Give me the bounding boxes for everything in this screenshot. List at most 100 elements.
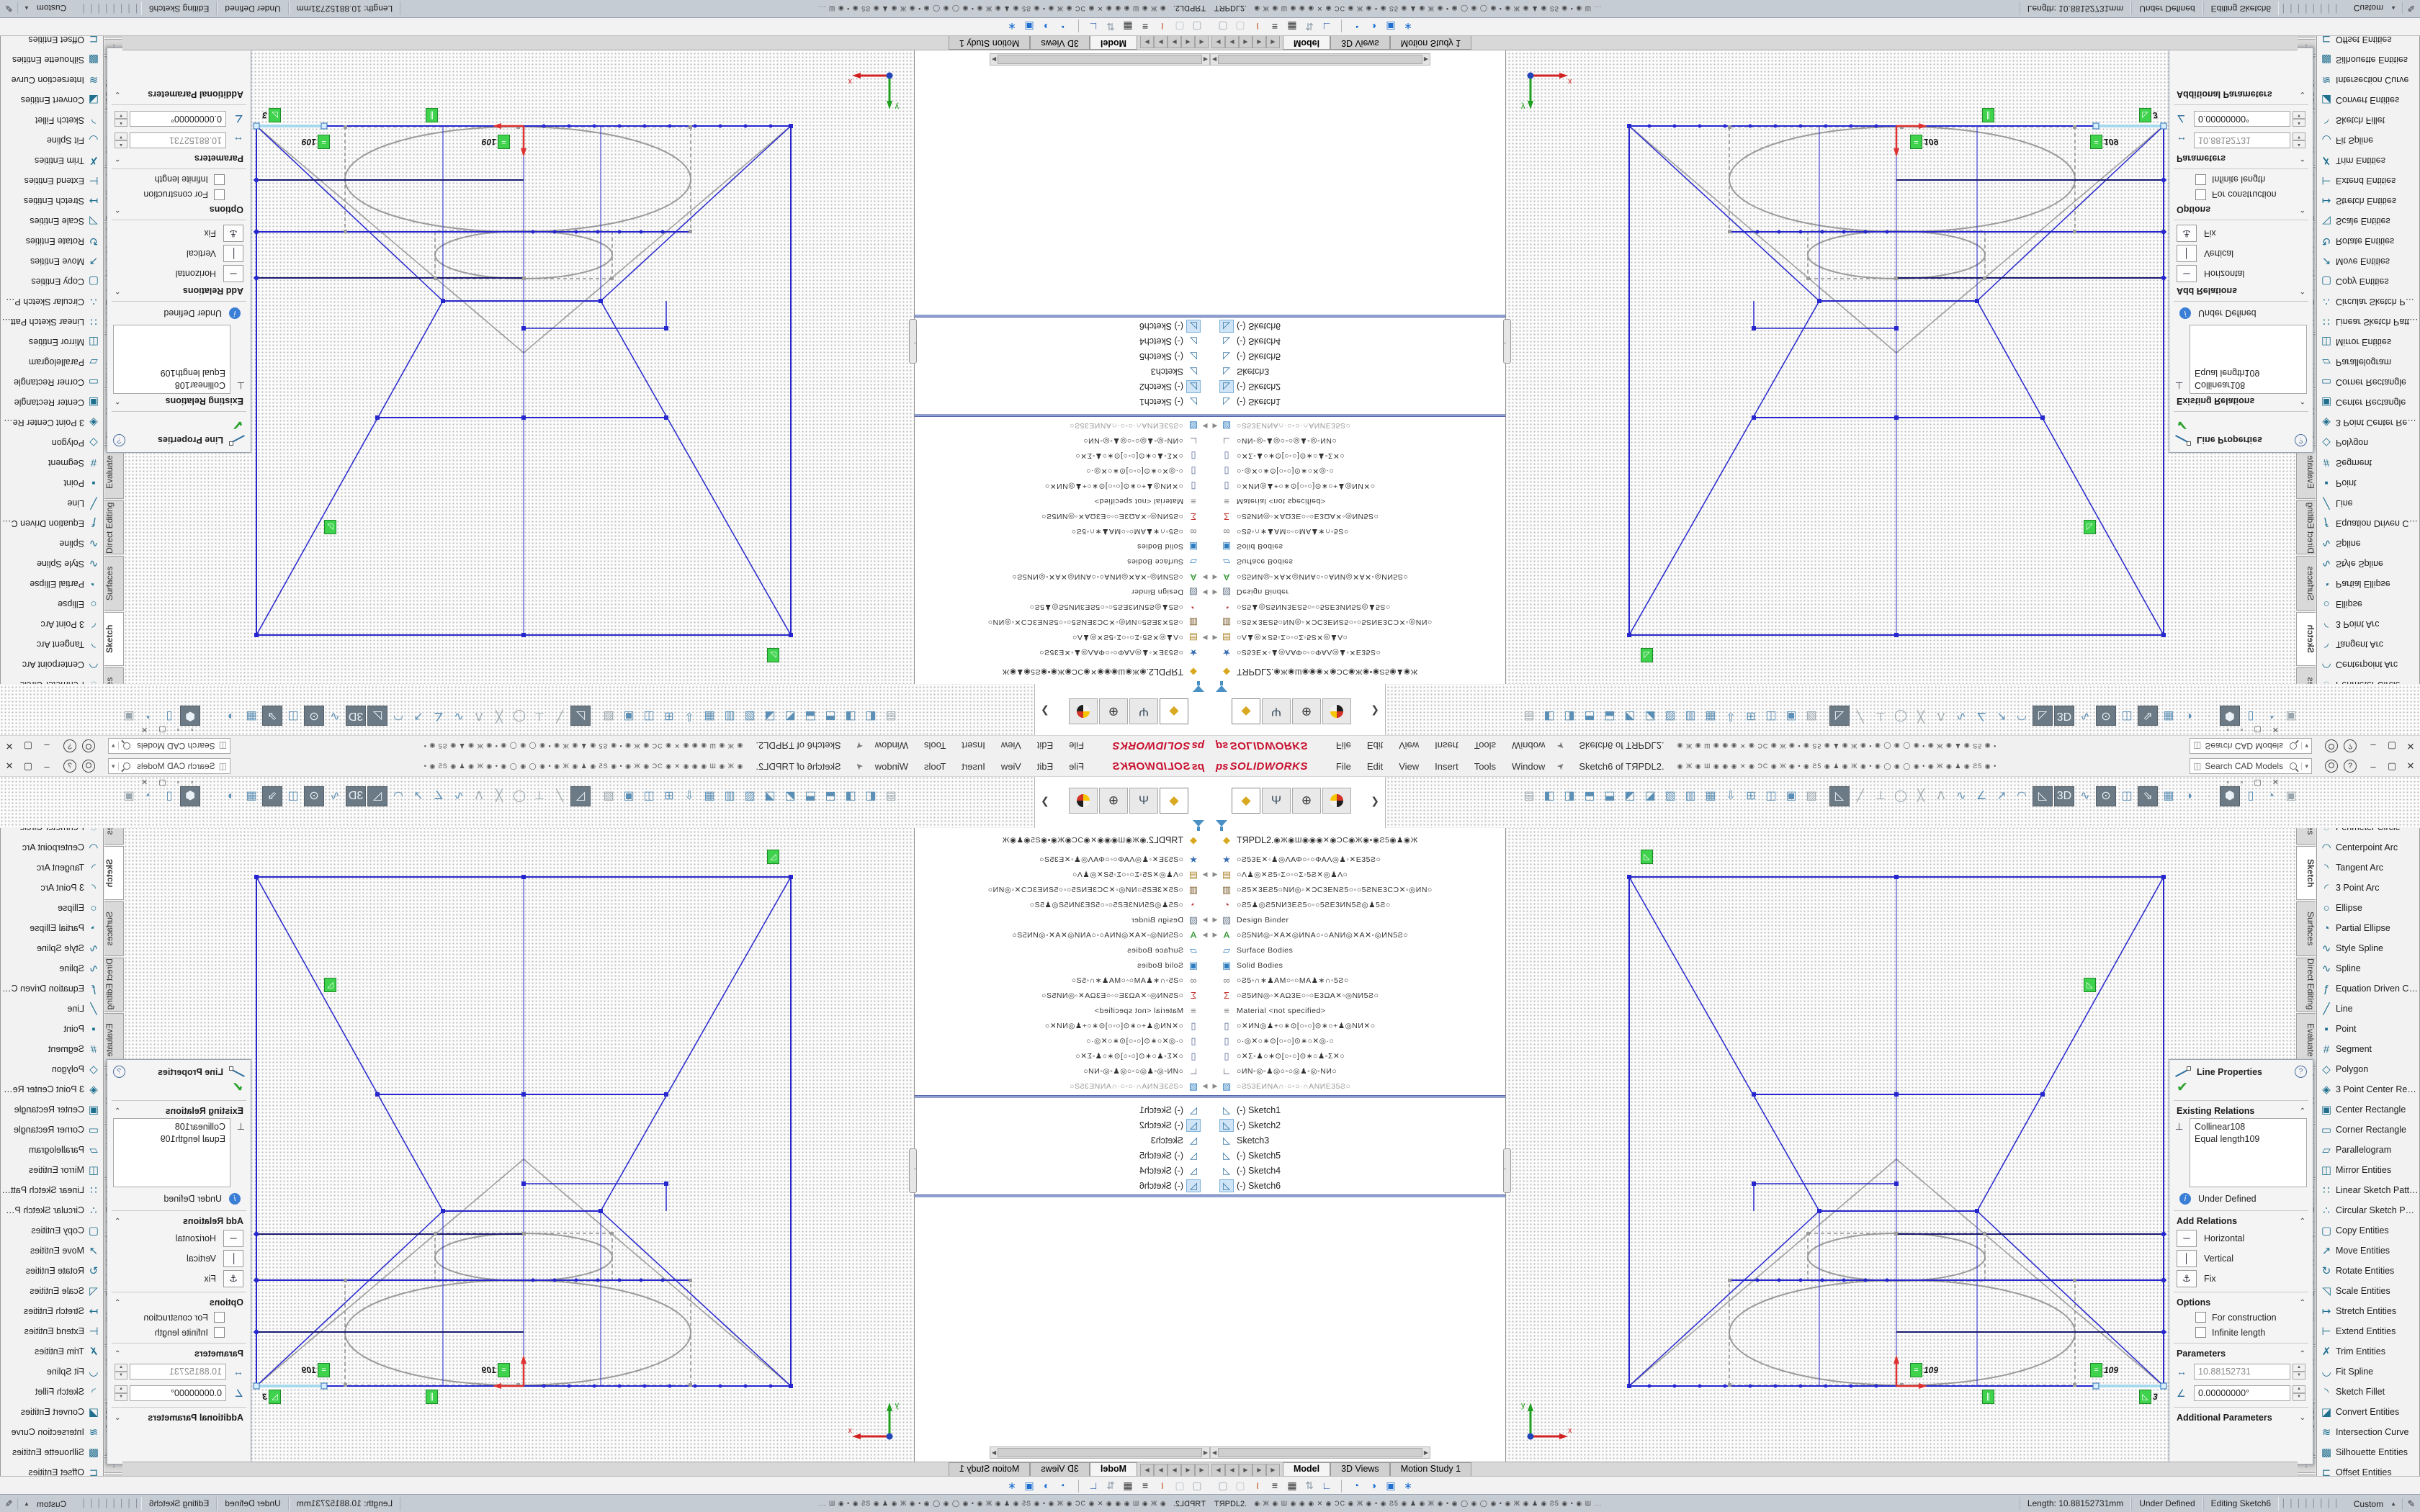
- view-tool-icon[interactable]: ⬒: [821, 787, 840, 806]
- sketch-tool-item[interactable]: ↦ Stretch Entities: [1, 191, 103, 211]
- option-checkbox[interactable]: For construction: [2169, 1310, 2313, 1325]
- view-tool-icon[interactable]: ◨: [1560, 706, 1579, 725]
- menu-item[interactable]: Tools: [916, 761, 954, 772]
- tree-row[interactable]: ▶ ▣ Solid Bodies: [915, 539, 1210, 554]
- sketch-tool-item[interactable]: ▣ Center Rectangle: [2317, 1099, 2419, 1120]
- view-tool-icon[interactable]: ▧: [1661, 787, 1680, 806]
- search-dropdown-icon[interactable]: ▾: [2301, 762, 2308, 770]
- sketch-tool-item[interactable]: ◡ Fit Spline: [1, 1362, 103, 1382]
- search-icon[interactable]: [2290, 742, 2297, 750]
- rollback-bar[interactable]: [1210, 1194, 1505, 1197]
- sketch-tool-icon[interactable]: ▯: [160, 787, 179, 806]
- motion-tool-icon[interactable]: ∟: [1085, 20, 1102, 32]
- angle-field[interactable]: 0.00000000°: [130, 1385, 226, 1401]
- sketch-tool-item[interactable]: ∿ Spline: [2317, 534, 2419, 554]
- relation-flag-equal109[interactable]: =109: [2090, 135, 2118, 149]
- sketch-tool-item[interactable]: ∷ Linear Sketch Pattern: [1, 1180, 103, 1200]
- relations-listbox[interactable]: Collinear108Equal length109: [2190, 1118, 2307, 1187]
- menu-item[interactable]: Window: [1504, 741, 1553, 752]
- expand-icon[interactable]: ⌄: [2300, 1414, 2305, 1422]
- sketch-tool-item[interactable]: ◝ Tangent Arc: [1, 858, 103, 878]
- motion-tool-icon[interactable]: ≀: [1249, 1480, 1266, 1492]
- relation-flag[interactable]: ◺: [323, 520, 336, 534]
- motion-tool-icon[interactable]: ≡: [1137, 1480, 1154, 1492]
- sketch-tool-icon[interactable]: ◠: [2012, 787, 2031, 806]
- sketch-tool-item[interactable]: ◔ Partial Ellipse: [1, 574, 103, 594]
- sketch-tool-icon[interactable]: ∙: [202, 706, 220, 725]
- close-button[interactable]: ✕: [0, 760, 19, 772]
- quick-access-toolbar[interactable]: ◉ Ж ◉ Ш ◉ ◉ ◉ ✕ ◉ ƆC ◉ Ж ◉ • ◉ Ƨ5 ◉ ♟ ◉ …: [1677, 762, 2190, 770]
- command-tab[interactable]: Surfaces: [104, 556, 124, 610]
- search-input[interactable]: Search CAD Models: [2205, 761, 2288, 771]
- edit-icon[interactable]: ✎: [2402, 3, 2420, 14]
- sketch-tool-icon[interactable]: Λ: [1932, 787, 1950, 806]
- sketch-tool-item[interactable]: ◠ Centerpoint Arc: [2317, 837, 2419, 858]
- sketch-tool-icon[interactable]: ◠: [389, 787, 408, 806]
- tree-row-sketch[interactable]: ◺ Sketch3: [915, 1133, 1210, 1148]
- view-tool-icon[interactable]: ⬓: [1600, 706, 1619, 725]
- sketch-tool-item[interactable]: ◠ Centerpoint Arc: [1, 837, 103, 858]
- tree-row[interactable]: ▶ ▯ ○✕Σ◦♟○∗⊙[○◦○]⊙∗○♟◦Σ✕○: [915, 449, 1210, 464]
- add-relation-button[interactable]: ⚓ Fix: [2169, 1269, 2313, 1289]
- tree-row[interactable]: ▶ ◔ ○Ƨ5♟◎Ƨ5ΝИ3ΕƧ5○◦○5ƧΕ3ИΝ5Ƨ◎♟5Ƨ○: [915, 897, 1210, 912]
- angle-field[interactable]: 0.00000000°: [2194, 1385, 2290, 1401]
- tree-row[interactable]: ▶ ▣ Solid Bodies: [1210, 958, 1505, 973]
- sketch-tool-item[interactable]: ≋ Intersection Curve: [1, 70, 103, 90]
- edit-icon[interactable]: ✎: [2402, 1498, 2420, 1510]
- sketch-tool-icon[interactable]: 3D: [346, 786, 366, 806]
- add-relation-button[interactable]: ─ Horizontal: [2169, 264, 2313, 284]
- tree-row[interactable]: ▶ ▣ Solid Bodies: [1210, 539, 1505, 554]
- command-tab[interactable]: Sketch: [104, 846, 124, 900]
- command-tab[interactable]: Surfaces: [2296, 901, 2316, 955]
- relation-flag[interactable]: ◺: [1641, 850, 1654, 864]
- close-button[interactable]: ✕: [2401, 760, 2420, 772]
- sketch-tool-icon[interactable]: ⬢: [180, 706, 200, 726]
- sketch-tool-item[interactable]: # Segment: [2317, 453, 2419, 473]
- tree-root[interactable]: ◆ TЯPDL2. ◉Ж◉Ш◉◉◉✕◉ƆC◉Ж◉•◉Ƨ5◉♟◉Ж: [915, 665, 1210, 680]
- expand-icon[interactable]: ⌄: [115, 1414, 120, 1422]
- tree-row[interactable]: ▶ ★ ○Ƨ53Ε✕◦♟◎ΛΑΦ○◦○ΦΑΛ◎♟◦✕Ε35Ƨ○: [915, 852, 1210, 867]
- tree-row[interactable]: ▶ ▨ ○Ƨ53ΕИΝΑ∩·○◦○·∩ΑΝИΕ35Ƨ○: [915, 1079, 1210, 1094]
- sketch-tool-item[interactable]: ▣ Center Rectangle: [1, 1099, 103, 1120]
- menu-item[interactable]: Insert: [954, 741, 993, 752]
- search-box[interactable]: ◫ Search CAD Models ▾: [2190, 738, 2312, 754]
- view-tool-icon[interactable]: ▥: [1681, 787, 1700, 806]
- tree-row-sketch[interactable]: ◺ Sketch3: [1210, 364, 1505, 379]
- view-tool-icon[interactable]: ▨: [1802, 706, 1821, 725]
- sketch-tool-icon[interactable]: ↗: [409, 706, 428, 725]
- relation-button-icon[interactable]: │: [2177, 245, 2197, 262]
- checkbox[interactable]: [2195, 1312, 2206, 1323]
- motion-tool-icon[interactable]: ◔: [1348, 20, 1365, 32]
- tab-nav-button[interactable]: ▶: [1252, 1464, 1266, 1477]
- relation-flag-equal109[interactable]: =109: [302, 1363, 330, 1377]
- relation-item[interactable]: Equal length109: [2195, 366, 2302, 379]
- view-tool-icon[interactable]: ◨: [841, 706, 860, 725]
- document-tab[interactable]: Model: [1090, 1462, 1137, 1477]
- sketch-tool-icon[interactable]: 3D: [346, 706, 366, 726]
- tree-horizontal-scrollbar[interactable]: ◀ ▶: [990, 1446, 1210, 1459]
- menu-item[interactable]: Edit: [1029, 741, 1061, 752]
- view-tool-icon[interactable]: ▨: [599, 706, 618, 725]
- sketch-tool-item[interactable]: ⊢ Extend Entities: [1, 171, 103, 191]
- sketch-tool-item[interactable]: ◝ Sketch Fillet: [1, 1382, 103, 1402]
- tree-root[interactable]: ◆ TЯPDL2. ◉Ж◉Ш◉◉◉✕◉ƆC◉Ж◉•◉Ƨ5◉♟◉Ж: [1210, 832, 1505, 847]
- sketch-tool-item[interactable]: ⊢ Extend Entities: [2317, 1321, 2419, 1341]
- sketch-tool-icon[interactable]: ╱: [550, 706, 569, 725]
- document-tab[interactable]: 3D Views: [1030, 1462, 1090, 1477]
- tree-row[interactable]: ▶ ▯ ○✕ИΝ◎♟+○∗⊙[○◦○]⊙∗○+♟◎ΝИ✕○: [1210, 1018, 1505, 1033]
- motion-tool-icon[interactable]: ◔: [1055, 1480, 1072, 1492]
- help-icon[interactable]: ?: [113, 1066, 125, 1078]
- angle-field[interactable]: 0.00000000°: [2194, 111, 2290, 127]
- motion-tool-icon[interactable]: ∗: [1399, 1480, 1417, 1492]
- rollback-bar[interactable]: [1210, 1095, 1505, 1098]
- tree-row[interactable]: ▶ ◔ ○Ƨ5♟◎Ƨ5ΝИ3ΕƧ5○◦○5ƧΕ3ИΝ5Ƨ◎♟5Ƨ○: [1210, 600, 1505, 615]
- tree-row[interactable]: ▶ ▥ ○Ƨ5✕3ΕƧ5○ΝИ◎◦✕ƆC3ΕΝƧ5○◦○5ƧΝΕ3CƆ✕◦◎ИΝ…: [1210, 615, 1505, 630]
- account-icon[interactable]: [82, 739, 95, 752]
- edit-icon[interactable]: ✎: [0, 3, 18, 14]
- relation-item[interactable]: Equal length109: [2195, 1133, 2302, 1146]
- tree-row-sketch[interactable]: ◺ (-) Sketch2: [915, 379, 1210, 395]
- sketch-tool-icon[interactable]: ⬢: [2220, 706, 2240, 726]
- sketch-tool-icon[interactable]: ◔: [2262, 787, 2280, 806]
- sketch-tool-icon[interactable]: ◺: [1829, 786, 1850, 806]
- angle-spinner[interactable]: ▲▼: [115, 1385, 127, 1401]
